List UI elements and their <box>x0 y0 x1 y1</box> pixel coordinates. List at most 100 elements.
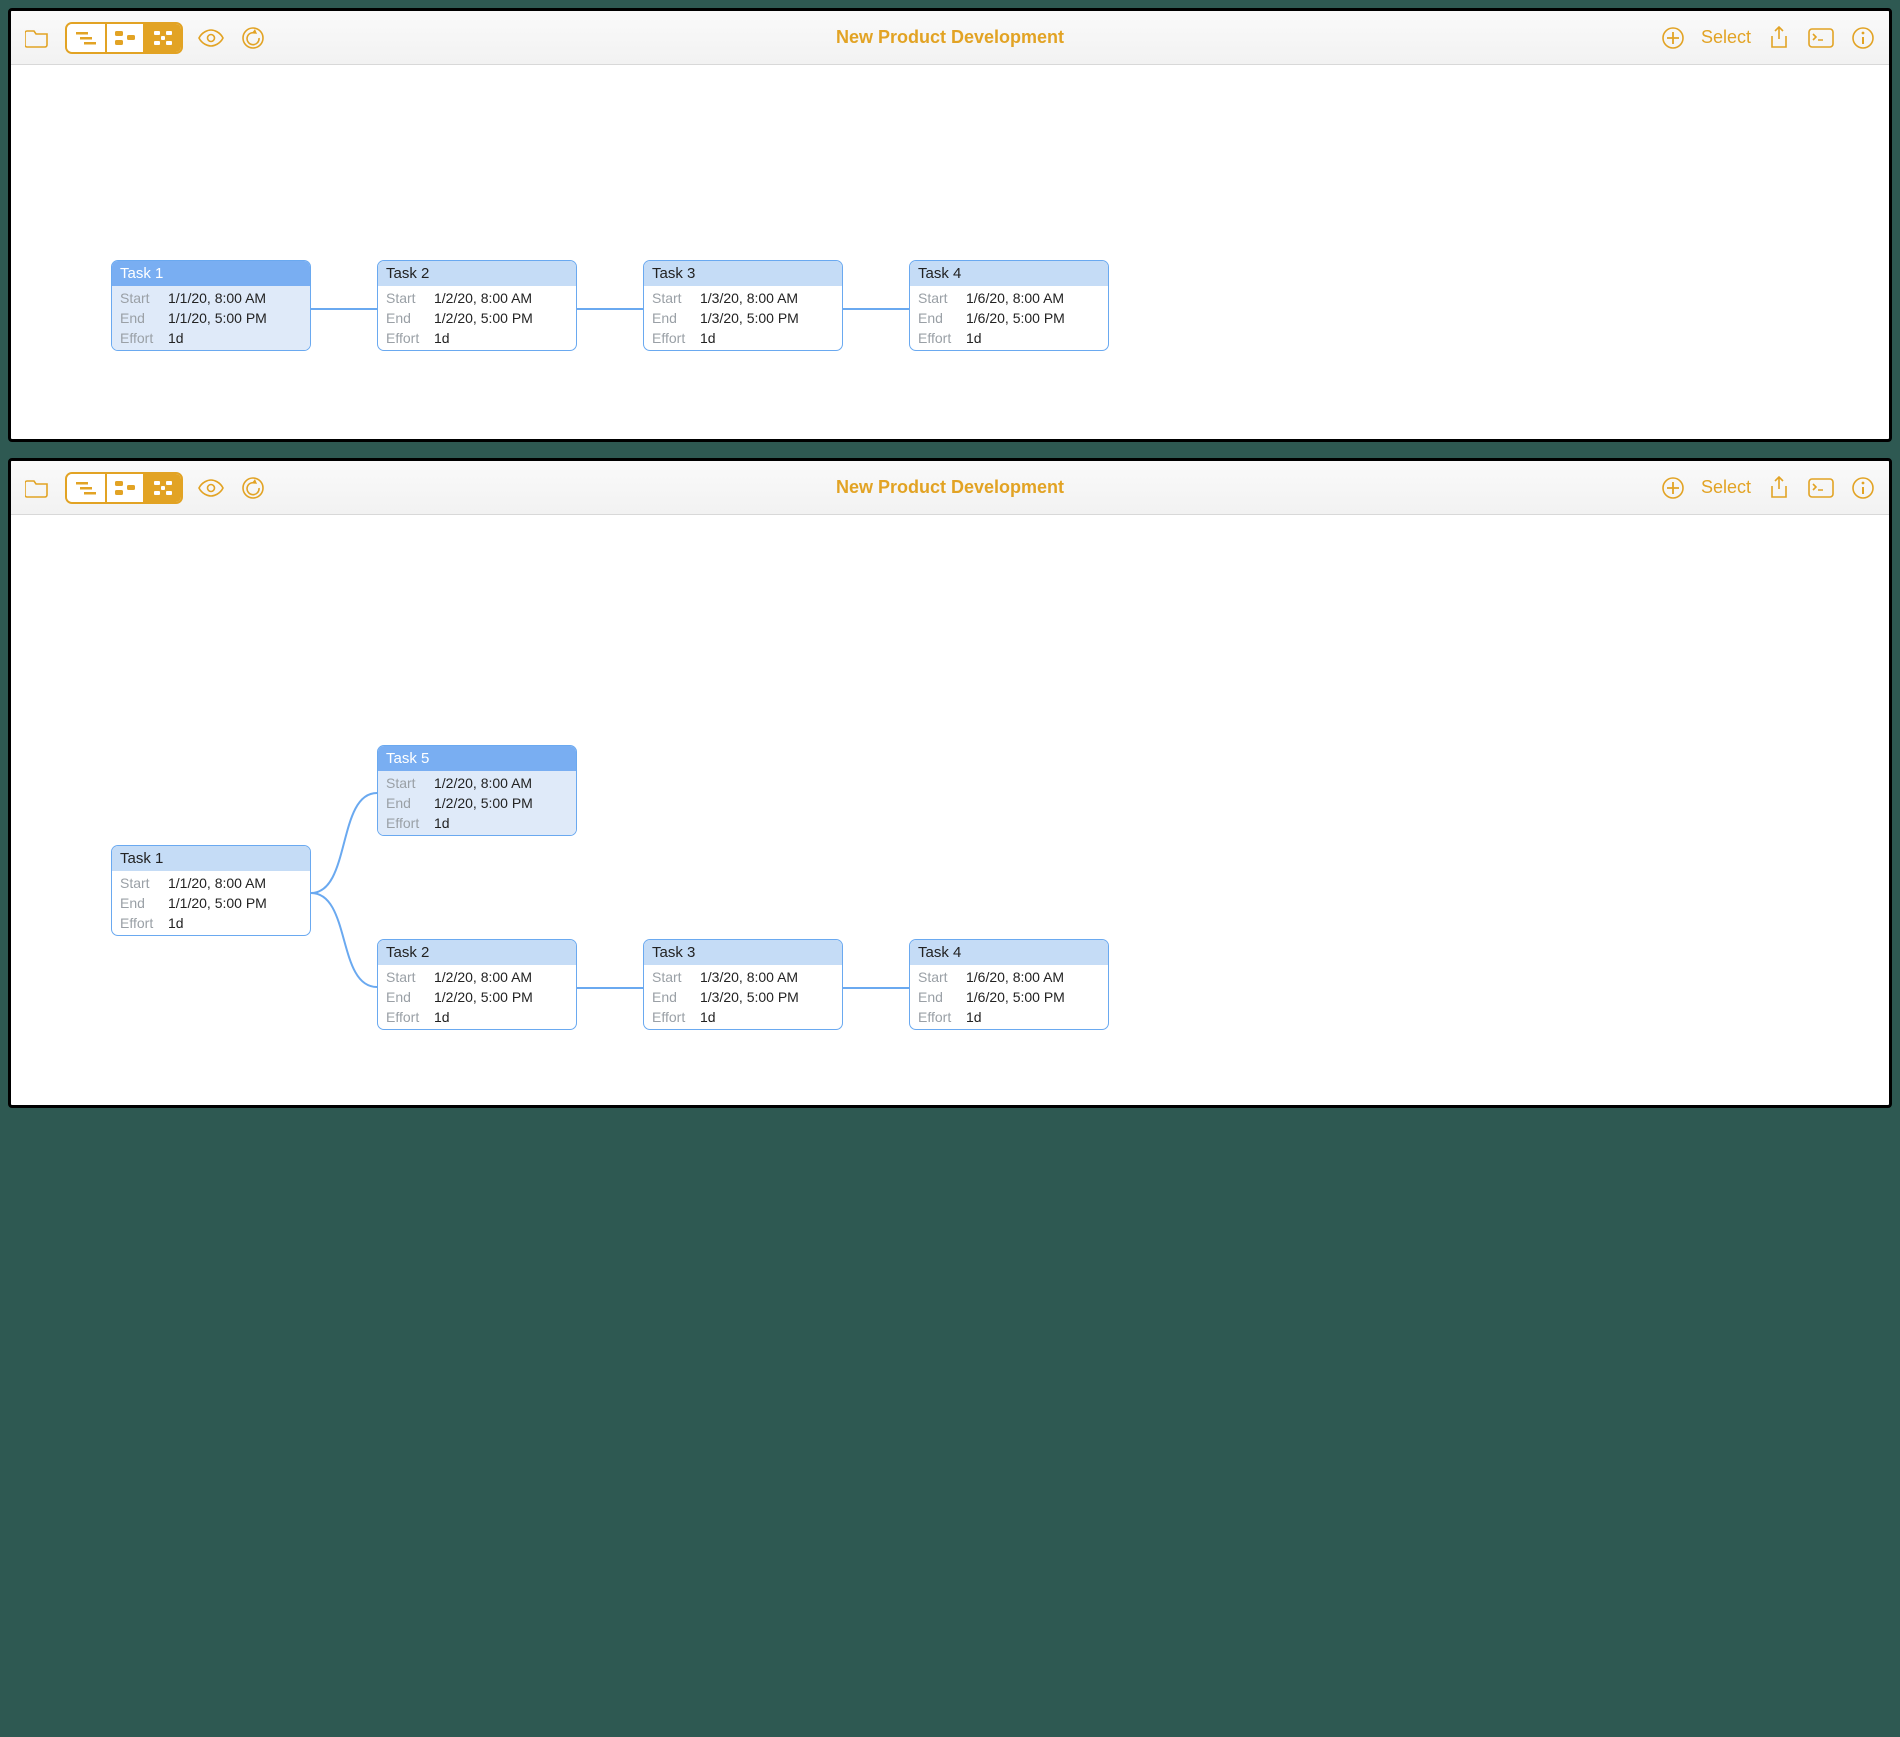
eye-icon[interactable] <box>197 24 225 52</box>
task-effort-label: Effort <box>386 815 428 831</box>
task-node[interactable]: Task 2 Start 1/2/20, 8:00 AM End 1/2/20, 5:0… <box>377 260 577 351</box>
info-icon[interactable] <box>1849 474 1877 502</box>
view-network-button[interactable] <box>143 24 181 52</box>
console-icon[interactable] <box>1807 474 1835 502</box>
task-effort-label: Effort <box>652 330 694 346</box>
view-gantt-button[interactable] <box>67 474 105 502</box>
task-effort-label: Effort <box>386 1009 428 1025</box>
task-effort-label: Effort <box>120 915 162 931</box>
task-node[interactable]: Task 3Start1/3/20, 8:00 AMEnd1/3/20, 5:0… <box>643 939 843 1030</box>
toolbar-left <box>23 472 267 504</box>
task-title: Task 1 <box>112 261 310 286</box>
task-start-label: Start <box>652 969 694 985</box>
task-effort-value: 1d <box>434 1009 450 1025</box>
task-body: Start 1/6/20, 8:00 AM End 1/6/20, 5:00 PM Ef… <box>910 286 1108 350</box>
task-start-label: Start <box>120 875 162 891</box>
task-effort-label: Effort <box>918 1009 960 1025</box>
task-start-label: Start <box>918 969 960 985</box>
task-end-value: 1/6/20, 5:00 PM <box>966 310 1065 326</box>
task-title: Task 4 <box>910 261 1108 286</box>
task-node[interactable]: Task 2Start1/2/20, 8:00 AMEnd1/2/20, 5:0… <box>377 939 577 1030</box>
task-start-value: 1/6/20, 8:00 AM <box>966 290 1064 306</box>
task-end-label: End <box>918 989 960 1005</box>
task-body: Start1/2/20, 8:00 AMEnd1/2/20, 5:00 PMEf… <box>378 771 576 835</box>
task-start-label: Start <box>918 290 960 306</box>
select-button[interactable]: Select <box>1701 477 1751 498</box>
task-effort-value: 1d <box>434 815 450 831</box>
task-end-value: 1/1/20, 5:00 PM <box>168 310 267 326</box>
view-mode-segmented[interactable] <box>65 22 183 54</box>
document-title: New Product Development <box>11 477 1889 498</box>
task-start-value: 1/1/20, 8:00 AM <box>168 290 266 306</box>
select-button[interactable]: Select <box>1701 27 1751 48</box>
task-effort-value: 1d <box>168 330 184 346</box>
task-node[interactable]: Task 4Start1/6/20, 8:00 AMEnd1/6/20, 5:0… <box>909 939 1109 1030</box>
task-start-value: 1/3/20, 8:00 AM <box>700 290 798 306</box>
view-network-button[interactable] <box>143 474 181 502</box>
task-node[interactable]: Task 1 Start 1/1/20, 8:00 AM End 1/1/20, 5:0… <box>111 260 311 351</box>
task-end-value: 1/1/20, 5:00 PM <box>168 895 267 911</box>
task-effort-label: Effort <box>386 330 428 346</box>
network-canvas[interactable]: Task 1 Start 1/1/20, 8:00 AM End 1/1/20, 5:0… <box>11 65 1889 439</box>
task-start-value: 1/2/20, 8:00 AM <box>434 290 532 306</box>
task-end-label: End <box>120 895 162 911</box>
task-title: Task 2 <box>378 261 576 286</box>
task-end-value: 1/2/20, 5:00 PM <box>434 989 533 1005</box>
task-end-value: 1/2/20, 5:00 PM <box>434 795 533 811</box>
eye-icon[interactable] <box>197 474 225 502</box>
task-end-label: End <box>120 310 162 326</box>
task-start-value: 1/3/20, 8:00 AM <box>700 969 798 985</box>
task-end-label: End <box>386 310 428 326</box>
task-start-value: 1/2/20, 8:00 AM <box>434 969 532 985</box>
view-outline-button[interactable] <box>105 24 143 52</box>
task-end-value: 1/3/20, 5:00 PM <box>700 989 799 1005</box>
task-node[interactable]: Task 4 Start 1/6/20, 8:00 AM End 1/6/20, 5:0… <box>909 260 1109 351</box>
task-title: Task 1 <box>112 846 310 871</box>
task-body: Start 1/2/20, 8:00 AM End 1/2/20, 5:00 PM Ef… <box>378 286 576 350</box>
network-canvas[interactable]: Task 1 Start 1/1/20, 8:00 AM End 1/1/20, 5:0… <box>11 515 1889 1105</box>
task-node[interactable]: Task 5Start1/2/20, 8:00 AMEnd1/2/20, 5:0… <box>377 745 577 836</box>
info-icon[interactable] <box>1849 24 1877 52</box>
task-end-value: 1/6/20, 5:00 PM <box>966 989 1065 1005</box>
toolbar: New Product Development Select <box>11 11 1889 65</box>
folder-icon[interactable] <box>23 24 51 52</box>
task-node[interactable]: Task 3Start1/3/20, 8:00 AMEnd1/3/20, 5:0… <box>643 260 843 351</box>
task-start-label: Start <box>120 290 162 306</box>
folder-icon[interactable] <box>23 474 51 502</box>
task-effort-label: Effort <box>120 330 162 346</box>
task-node[interactable]: Task 1 Start 1/1/20, 8:00 AM End 1/1/20, 5:0… <box>111 845 311 936</box>
task-body: Start 1/1/20, 8:00 AM End 1/1/20, 5:00 PM Ef… <box>112 871 310 935</box>
task-effort-value: 1d <box>700 1009 716 1025</box>
dependency-connector <box>577 308 643 310</box>
view-gantt-button[interactable] <box>67 24 105 52</box>
view-outline-button[interactable] <box>105 474 143 502</box>
add-icon[interactable] <box>1659 24 1687 52</box>
dependency-connector <box>843 308 909 310</box>
task-body: Start1/3/20, 8:00 AMEnd1/3/20, 5:00 PMEf… <box>644 965 842 1029</box>
task-title: Task 2 <box>378 940 576 965</box>
add-icon[interactable] <box>1659 474 1687 502</box>
task-start-value: 1/6/20, 8:00 AM <box>966 969 1064 985</box>
task-start-label: Start <box>386 290 428 306</box>
share-icon[interactable] <box>1765 474 1793 502</box>
task-effort-label: Effort <box>918 330 960 346</box>
undo-icon[interactable] <box>239 24 267 52</box>
toolbar: New Product Development Select <box>11 461 1889 515</box>
dependency-connector <box>311 308 377 310</box>
undo-icon[interactable] <box>239 474 267 502</box>
task-effort-value: 1d <box>168 915 184 931</box>
task-body: Start1/3/20, 8:00 AMEnd1/3/20, 5:00 PMEf… <box>644 286 842 350</box>
document-title: New Product Development <box>11 27 1889 48</box>
task-end-value: 1/2/20, 5:00 PM <box>434 310 533 326</box>
view-mode-segmented[interactable] <box>65 472 183 504</box>
task-end-label: End <box>386 795 428 811</box>
toolbar-left <box>23 22 267 54</box>
task-start-value: 1/1/20, 8:00 AM <box>168 875 266 891</box>
console-icon[interactable] <box>1807 24 1835 52</box>
task-end-value: 1/3/20, 5:00 PM <box>700 310 799 326</box>
task-effort-value: 1d <box>966 1009 982 1025</box>
task-end-label: End <box>918 310 960 326</box>
task-end-label: End <box>652 310 694 326</box>
task-effort-value: 1d <box>966 330 982 346</box>
share-icon[interactable] <box>1765 24 1793 52</box>
